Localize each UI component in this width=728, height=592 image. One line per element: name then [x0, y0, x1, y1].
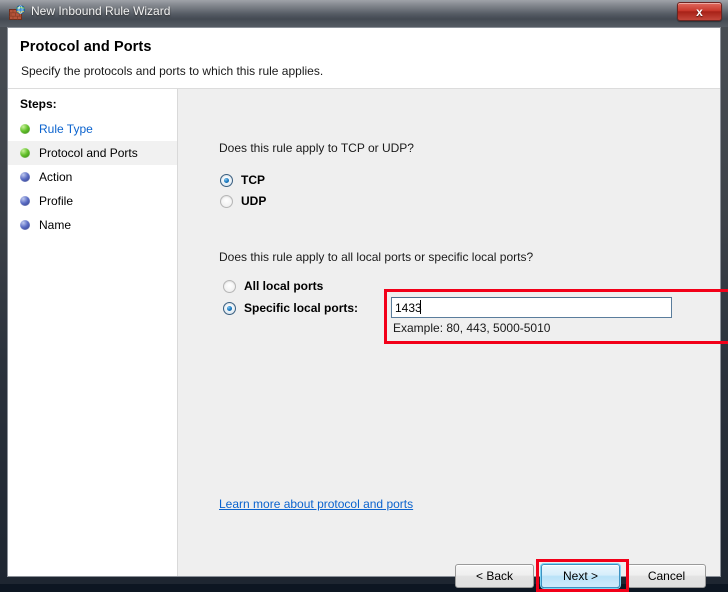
close-icon: x [696, 4, 703, 19]
radio-udp[interactable]: UDP [220, 194, 266, 208]
sidebar-item-label: Name [39, 218, 72, 232]
page-content: Does this rule apply to TCP or UDP? TCP … [179, 89, 728, 576]
sidebar-item-protocol-and-ports[interactable]: Protocol and Ports [8, 141, 177, 165]
protocol-question-label: Does this rule apply to TCP or UDP? [219, 141, 414, 155]
radio-indicator-selected-icon [223, 301, 236, 315]
sidebar-item-label: Profile [39, 194, 74, 208]
step-bullet-pending-icon [20, 220, 30, 230]
specific-local-ports-input[interactable] [391, 297, 672, 318]
dialog-client-area: Protocol and Ports Specify the protocols… [7, 27, 728, 592]
step-bullet-done-icon [20, 148, 30, 158]
sidebar-item-label: Action [39, 170, 73, 184]
ports-example-hint: Example: 80, 443, 5000-5010 [393, 321, 551, 335]
radio-indicator-unselected-icon [220, 194, 233, 208]
sidebar-item-label: Protocol and Ports [39, 146, 138, 160]
page-header: Protocol and Ports Specify the protocols… [8, 28, 720, 89]
sidebar-item-rule-type[interactable]: Rule Type [8, 117, 177, 141]
steps-heading: Steps: [20, 97, 57, 111]
radio-indicator-unselected-icon [223, 279, 236, 293]
radio-tcp-label: TCP [241, 173, 265, 187]
sidebar-item-profile[interactable]: Profile [8, 189, 177, 213]
page-subtitle: Specify the protocols and ports to which… [21, 64, 324, 78]
cancel-button[interactable]: Cancel [627, 564, 706, 588]
step-bullet-pending-icon [20, 196, 30, 206]
title-bar[interactable]: New Inbound Rule Wizard x [0, 0, 728, 27]
wizard-window: New Inbound Rule Wizard x Protocol and P… [0, 0, 728, 592]
next-button[interactable]: Next > [541, 564, 620, 588]
sidebar-item-name[interactable]: Name [8, 213, 177, 237]
sidebar-item-label: Rule Type [39, 122, 93, 136]
step-bullet-pending-icon [20, 172, 30, 182]
radio-indicator-selected-icon [220, 173, 233, 187]
dialog-body: Steps: Rule Type Protocol and Ports Acti… [8, 89, 728, 576]
page-title: Protocol and Ports [20, 39, 152, 55]
learn-more-link[interactable]: Learn more about protocol and ports [219, 497, 413, 511]
radio-udp-label: UDP [241, 194, 267, 208]
window-title: New Inbound Rule Wizard [31, 4, 171, 18]
close-button[interactable]: x [677, 2, 722, 21]
radio-specific-local-ports[interactable]: Specific local ports: [223, 301, 358, 315]
step-bullet-done-icon [20, 124, 30, 134]
steps-sidebar: Steps: Rule Type Protocol and Ports Acti… [8, 89, 178, 576]
radio-all-local-ports-label: All local ports [244, 279, 324, 293]
firewall-brick-globe-icon [9, 5, 25, 20]
radio-specific-local-ports-label: Specific local ports: [244, 301, 359, 315]
radio-tcp[interactable]: TCP [220, 173, 265, 187]
sidebar-item-action[interactable]: Action [8, 165, 177, 189]
back-button[interactable]: < Back [455, 564, 534, 588]
steps-list: Rule Type Protocol and Ports Action Prof… [8, 117, 177, 237]
radio-all-local-ports[interactable]: All local ports [223, 279, 323, 293]
text-caret [420, 300, 421, 314]
ports-question-label: Does this rule apply to all local ports … [219, 250, 534, 264]
